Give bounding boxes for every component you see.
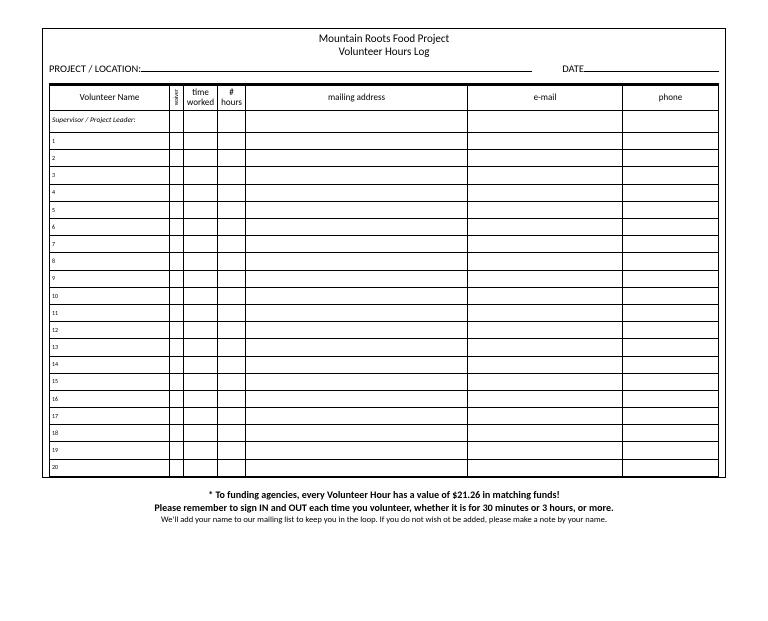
row-number: 8: [50, 253, 170, 270]
row-number: 19: [50, 442, 170, 459]
table-row[interactable]: 8: [50, 253, 719, 270]
date-field[interactable]: [584, 71, 719, 72]
table-row[interactable]: 12: [50, 322, 719, 339]
row-number: 12: [50, 322, 170, 339]
col-time-worked: time worked: [184, 85, 218, 111]
table-row[interactable]: 14: [50, 356, 719, 373]
table-row[interactable]: 16: [50, 390, 719, 407]
table-row[interactable]: 19: [50, 442, 719, 459]
supervisor-row[interactable]: Supervisor / Project Leader:: [50, 111, 719, 133]
table-row[interactable]: 18: [50, 425, 719, 442]
table-row[interactable]: 7: [50, 236, 719, 253]
header-row: Volunteer Name waiver time worked # hour…: [50, 85, 719, 111]
row-number: 15: [50, 373, 170, 390]
table-row[interactable]: 2: [50, 150, 719, 167]
table-row[interactable]: 5: [50, 201, 719, 218]
row-number: 10: [50, 287, 170, 304]
hours-table: Volunteer Name waiver time worked # hour…: [49, 83, 719, 477]
footer-funding-note: * To funding agencies, every Volunteer H…: [0, 488, 768, 502]
row-number: 9: [50, 270, 170, 287]
org-title: Mountain Roots Food Project: [49, 33, 719, 46]
row-number: 17: [50, 408, 170, 425]
table-row[interactable]: 1: [50, 133, 719, 150]
row-number: 1: [50, 133, 170, 150]
col-mailing-address: mailing address: [246, 85, 468, 111]
table-row[interactable]: 15: [50, 373, 719, 390]
row-number: 3: [50, 167, 170, 184]
table-row[interactable]: 6: [50, 219, 719, 236]
row-number: 13: [50, 339, 170, 356]
table-row[interactable]: 17: [50, 408, 719, 425]
table-row[interactable]: 11: [50, 304, 719, 321]
row-number: 20: [50, 459, 170, 476]
supervisor-label: Supervisor / Project Leader:: [50, 111, 170, 133]
footer-sign-reminder: Please remember to sign IN and OUT each …: [0, 501, 768, 515]
row-number: 14: [50, 356, 170, 373]
row-number: 16: [50, 390, 170, 407]
row-number: 11: [50, 304, 170, 321]
table-row[interactable]: 9: [50, 270, 719, 287]
col-phone: phone: [623, 85, 719, 111]
row-number: 5: [50, 201, 170, 218]
row-number: 18: [50, 425, 170, 442]
date-label: DATE: [562, 62, 584, 75]
row-number: 2: [50, 150, 170, 167]
col-waiver: waiver: [170, 85, 184, 111]
row-number: 4: [50, 184, 170, 201]
row-number: 7: [50, 236, 170, 253]
col-email: e-mail: [468, 85, 623, 111]
project-location-label: PROJECT / LOCATION:: [49, 62, 141, 75]
title-block: Mountain Roots Food Project Volunteer Ho…: [49, 33, 719, 60]
form-subtitle: Volunteer Hours Log: [49, 46, 719, 59]
project-location-field[interactable]: [141, 71, 532, 72]
col-hours: # hours: [218, 85, 246, 111]
col-volunteer-name: Volunteer Name: [50, 85, 170, 111]
table-row[interactable]: 4: [50, 184, 719, 201]
footer-mailing-note: We'll add your name to our mailing list …: [0, 515, 768, 526]
table-row[interactable]: 3: [50, 167, 719, 184]
table-row[interactable]: 13: [50, 339, 719, 356]
footer-notes: * To funding agencies, every Volunteer H…: [0, 488, 768, 526]
log-sheet: Mountain Roots Food Project Volunteer Ho…: [42, 28, 726, 478]
fields-row: PROJECT / LOCATION: DATE: [49, 60, 719, 83]
row-number: 6: [50, 219, 170, 236]
table-row[interactable]: 10: [50, 287, 719, 304]
table-row[interactable]: 20: [50, 459, 719, 476]
